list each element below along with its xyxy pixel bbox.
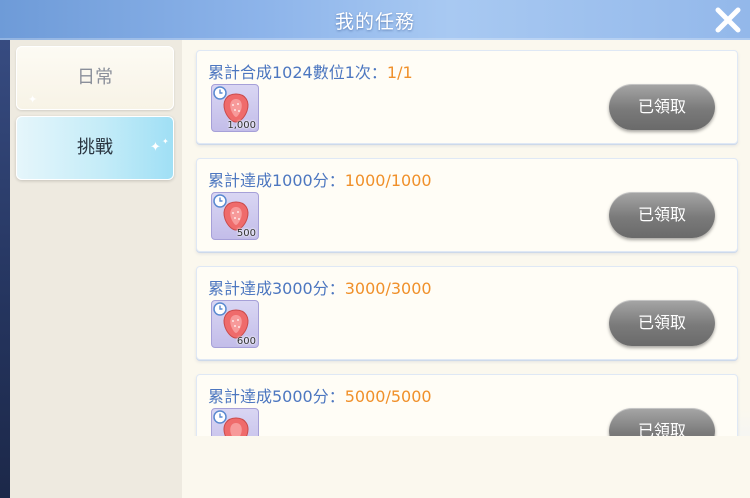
reward-item[interactable]: 600 — [211, 300, 259, 348]
close-button[interactable] — [710, 2, 746, 38]
task-card: 累計達成1000分：1000/1000 500 已領取 — [196, 158, 738, 252]
tab-sidebar: 日常 ✦ 挑戰 ✦ ✦ — [10, 40, 182, 498]
tab-challenge-label: 挑戰 — [77, 137, 113, 158]
sparkle-icon: ✦ — [162, 137, 169, 146]
close-x-icon — [715, 7, 741, 33]
reward-count: 600 — [236, 336, 256, 347]
claimed-button[interactable]: 已領取 — [609, 84, 715, 130]
task-card: 累計達成5000分：5000/5000 已領取 — [196, 374, 738, 436]
page-title: 我的任務 — [334, 11, 415, 33]
missions-panel: 我的任務 日常 ✦ 挑戰 ✦ ✦ 累計合成1024數位1次：1/1 1,000 … — [0, 0, 750, 498]
task-progress: 3000/3000 — [344, 279, 432, 298]
sparkle-icon: ✦ — [28, 93, 38, 106]
task-list[interactable]: 累計合成1024數位1次：1/1 1,000 已領取 累計達成1000分：100… — [182, 40, 750, 436]
strawberry-icon — [223, 93, 249, 123]
reward-count: 1,000 — [227, 120, 256, 131]
task-title: 累計達成3000分：3000/3000 — [208, 279, 432, 298]
sparkle-icon: ✦ — [150, 140, 161, 155]
claimed-button[interactable]: 已領取 — [609, 408, 715, 436]
tab-daily-label: 日常 — [77, 67, 113, 88]
claimed-button[interactable]: 已領取 — [609, 300, 715, 346]
reward-item[interactable]: 500 — [211, 192, 259, 240]
task-progress: 1/1 — [386, 63, 413, 82]
tab-challenge[interactable]: 挑戰 ✦ ✦ — [16, 116, 174, 180]
task-title: 累計達成1000分：1000/1000 — [208, 171, 432, 190]
strawberry-icon — [223, 201, 249, 231]
strawberry-icon — [223, 417, 249, 436]
reward-item[interactable] — [211, 408, 259, 436]
list-footer — [182, 436, 750, 498]
task-title: 累計達成5000分：5000/5000 — [208, 387, 432, 406]
reward-count: 500 — [236, 228, 256, 239]
task-title: 累計合成1024數位1次：1/1 — [208, 63, 413, 82]
task-progress: 5000/5000 — [344, 387, 432, 406]
claimed-button[interactable]: 已領取 — [609, 192, 715, 238]
reward-item[interactable]: 1,000 — [211, 84, 259, 132]
strawberry-icon — [223, 309, 249, 339]
header-bar: 我的任務 — [0, 0, 750, 40]
task-card: 累計達成3000分：3000/3000 600 已領取 — [196, 266, 738, 360]
tab-daily[interactable]: 日常 ✦ — [16, 46, 174, 110]
task-card: 累計合成1024數位1次：1/1 1,000 已領取 — [196, 50, 738, 144]
task-progress: 1000/1000 — [344, 171, 432, 190]
